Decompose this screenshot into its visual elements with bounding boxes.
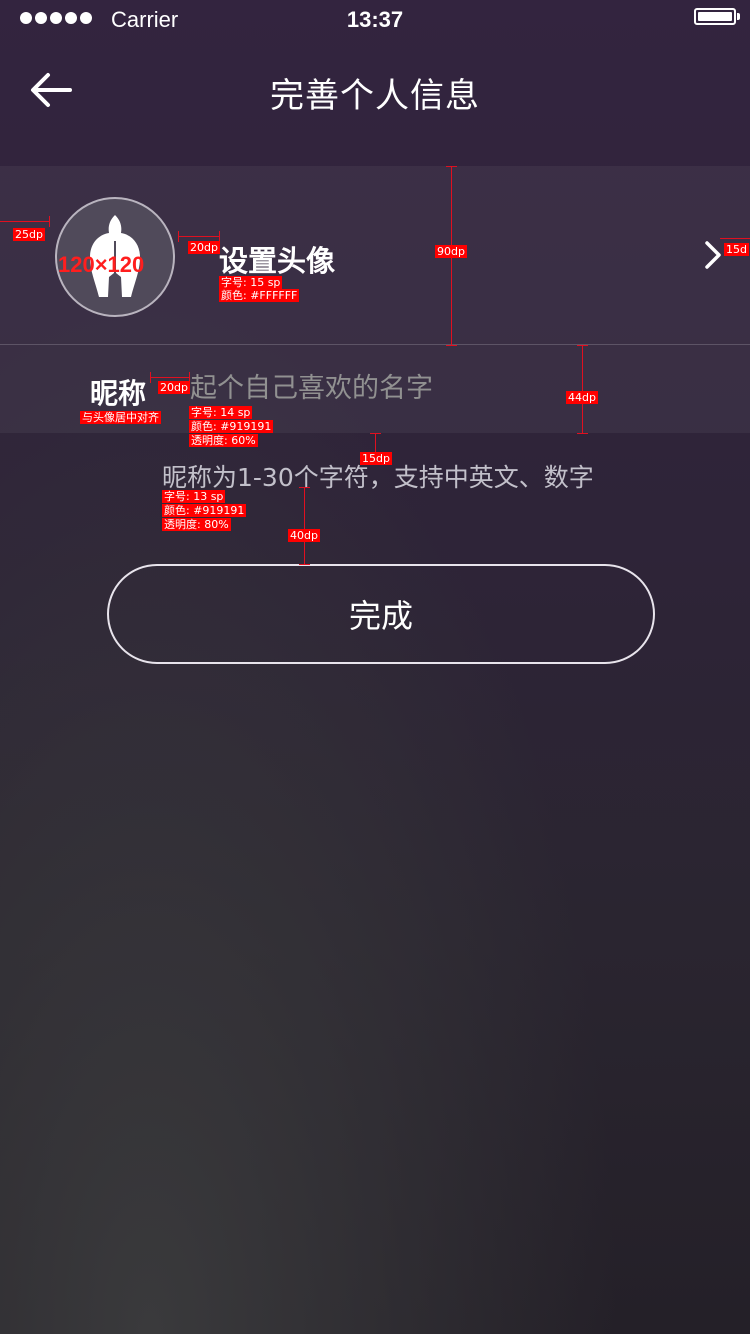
- annotation-avatar-size: 120×120: [58, 252, 145, 277]
- annotation-nick-gap: 20dp: [158, 381, 190, 394]
- dim-cap: [299, 564, 310, 565]
- dim-line: [0, 221, 50, 222]
- page-title: 完善个人信息: [270, 76, 480, 116]
- battery-icon: [694, 8, 736, 25]
- dim-line: [150, 377, 190, 378]
- dim-cap: [178, 231, 179, 242]
- dim-cap: [446, 166, 457, 167]
- dim-cap: [370, 433, 381, 434]
- chevron-right-icon[interactable]: [703, 240, 723, 270]
- dim-cap: [150, 372, 151, 383]
- annotation-label-color: 颜色: #FFFFFF: [219, 289, 300, 302]
- annotation-hint-size: 字号: 13 sp: [162, 490, 226, 503]
- annotation-row-height: 90dp: [435, 245, 467, 258]
- set-avatar-label: 设置头像: [219, 244, 336, 278]
- annotation-label-size: 字号: 15 sp: [219, 276, 283, 289]
- annotation-input-color: 颜色: #919191: [189, 420, 274, 433]
- annotation-margin: 25dp: [13, 228, 45, 241]
- dim-line: [582, 345, 583, 433]
- nickname-label: 昵称: [90, 377, 147, 410]
- annotation-input-size: 字号: 14 sp: [189, 406, 253, 419]
- annotation-row-height-44: 44dp: [566, 391, 598, 404]
- annotation-button-gap: 40dp: [288, 529, 320, 542]
- dim-cap: [577, 345, 588, 346]
- annotation-right-margin: 15d: [724, 243, 749, 256]
- annotation-hint-color: 颜色: #919191: [162, 504, 247, 517]
- dim-cap: [446, 345, 457, 346]
- dim-cap: [577, 433, 588, 434]
- status-time: 13:37: [346, 7, 404, 32]
- dim-line: [178, 236, 220, 237]
- annotation-avatar-gap: 20dp: [188, 241, 220, 254]
- battery-tip: [737, 13, 740, 20]
- annotation-hint-gap: 15dp: [360, 452, 392, 465]
- annotation-input-alpha: 透明度: 60%: [189, 434, 258, 447]
- dim-cap: [49, 216, 50, 227]
- annotation-nick-note: 与头像居中对齐: [80, 411, 161, 424]
- nickname-input[interactable]: [190, 364, 690, 412]
- dim-line: [720, 238, 750, 239]
- done-button[interactable]: 完成: [107, 564, 655, 664]
- dim-line: [304, 487, 305, 565]
- dim-cap: [299, 487, 310, 488]
- annotation-hint-alpha: 透明度: 80%: [162, 518, 231, 531]
